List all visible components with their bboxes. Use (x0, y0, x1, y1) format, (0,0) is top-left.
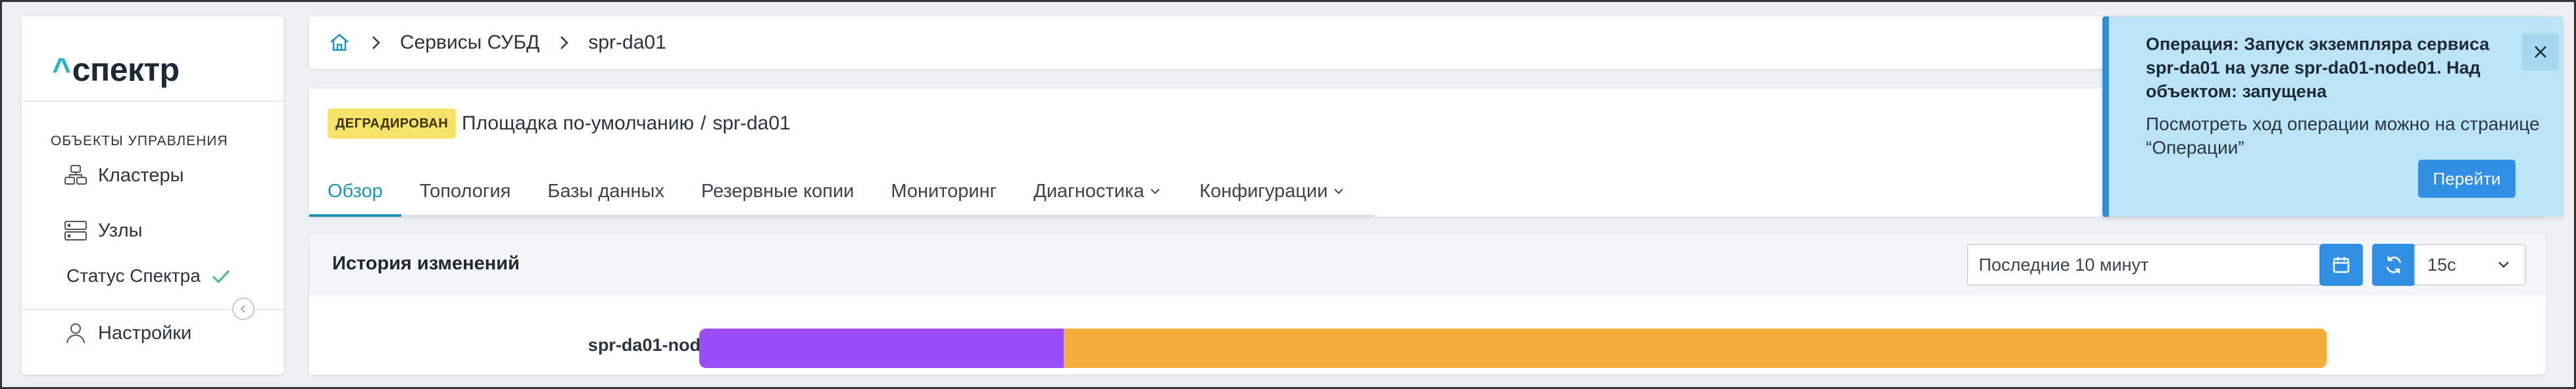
breadcrumb-item-db-services[interactable]: Сервисы СУБД (400, 32, 539, 54)
home-icon[interactable] (328, 31, 351, 55)
toast-title: Операция: Запуск экземпляра сервиса spr-… (2146, 34, 2490, 101)
change-history-panel: История изменений 15с spr-da01-node01 (309, 233, 2546, 375)
tab-overview[interactable]: Обзор (309, 168, 401, 217)
history-toolbar: История изменений 15с (309, 233, 2546, 296)
tab-diagnostics[interactable]: Диагностика (1015, 168, 1181, 215)
calendar-button[interactable] (2319, 244, 2363, 286)
chevron-right-icon (372, 36, 380, 49)
chevron-down-icon (1151, 189, 1160, 194)
site-name: Площадка по-умолчанию (462, 112, 694, 134)
sidebar-collapse-button[interactable] (232, 298, 255, 320)
user-icon (66, 323, 85, 344)
chevron-down-icon (2498, 262, 2509, 268)
sidebar-divider (22, 101, 284, 102)
service-name: spr-da01 (712, 112, 791, 134)
sidebar-item-nodes[interactable]: Узлы (62, 217, 143, 244)
cluster-icon (64, 165, 87, 185)
chevron-down-icon (1334, 189, 1344, 194)
tab-bar: Обзор Топология Базы данных Резервные ко… (309, 168, 1375, 217)
tab-monitoring[interactable]: Мониторинг (872, 168, 1015, 215)
tab-databases[interactable]: Базы данных (529, 168, 682, 215)
close-icon (2535, 46, 2546, 58)
sidebar-item-clusters[interactable]: Кластеры (62, 162, 184, 189)
refresh-interval-select[interactable]: 15с (2414, 244, 2526, 286)
logo[interactable]: ^спектр (52, 51, 180, 89)
toast-close-button[interactable] (2522, 34, 2559, 70)
sidebar-section-title: ОБЪЕКТЫ УПРАВЛЕНИЯ (51, 133, 228, 149)
calendar-icon (2333, 257, 2350, 273)
sidebar: ^спектр ОБЪЕКТЫ УПРАВЛЕНИЯ Кластеры Узлы… (22, 16, 284, 375)
chevron-left-icon (240, 305, 245, 313)
timeline-segment[interactable] (699, 329, 1064, 368)
toast-message: Посмотреть ход операции можно на страниц… (2146, 114, 2540, 158)
status-badge: ДЕГРАДИРОВАН (328, 108, 457, 139)
tab-topology[interactable]: Топология (401, 168, 530, 215)
sidebar-item-settings[interactable]: Настройки (62, 320, 191, 346)
history-title: История изменений (332, 253, 520, 274)
operation-toast: Операция: Запуск экземпляра сервиса spr-… (2102, 16, 2563, 217)
spectrum-status[interactable]: Статус Спектра (66, 265, 232, 287)
tab-backups[interactable]: Резервные копии (683, 168, 872, 215)
refresh-button[interactable] (2372, 244, 2415, 286)
service-path: Площадка по-умолчанию / spr-da01 (462, 112, 791, 134)
timeline-segment[interactable] (1064, 329, 2327, 368)
go-to-operations-button[interactable]: Перейти (2418, 160, 2515, 198)
node-state-timeline[interactable] (699, 329, 2327, 368)
time-range-input[interactable] (1967, 244, 2319, 286)
sidebar-item-label: Узлы (98, 219, 143, 241)
chevron-right-icon (560, 36, 569, 49)
server-icon (64, 221, 87, 240)
sidebar-item-label: Настройки (98, 322, 192, 344)
tab-configurations[interactable]: Конфигурации (1181, 168, 1364, 215)
sidebar-item-label: Кластеры (98, 164, 184, 186)
breadcrumb-item-current: spr-da01 (588, 32, 666, 53)
refresh-icon (2386, 256, 2402, 273)
check-icon (212, 269, 230, 284)
